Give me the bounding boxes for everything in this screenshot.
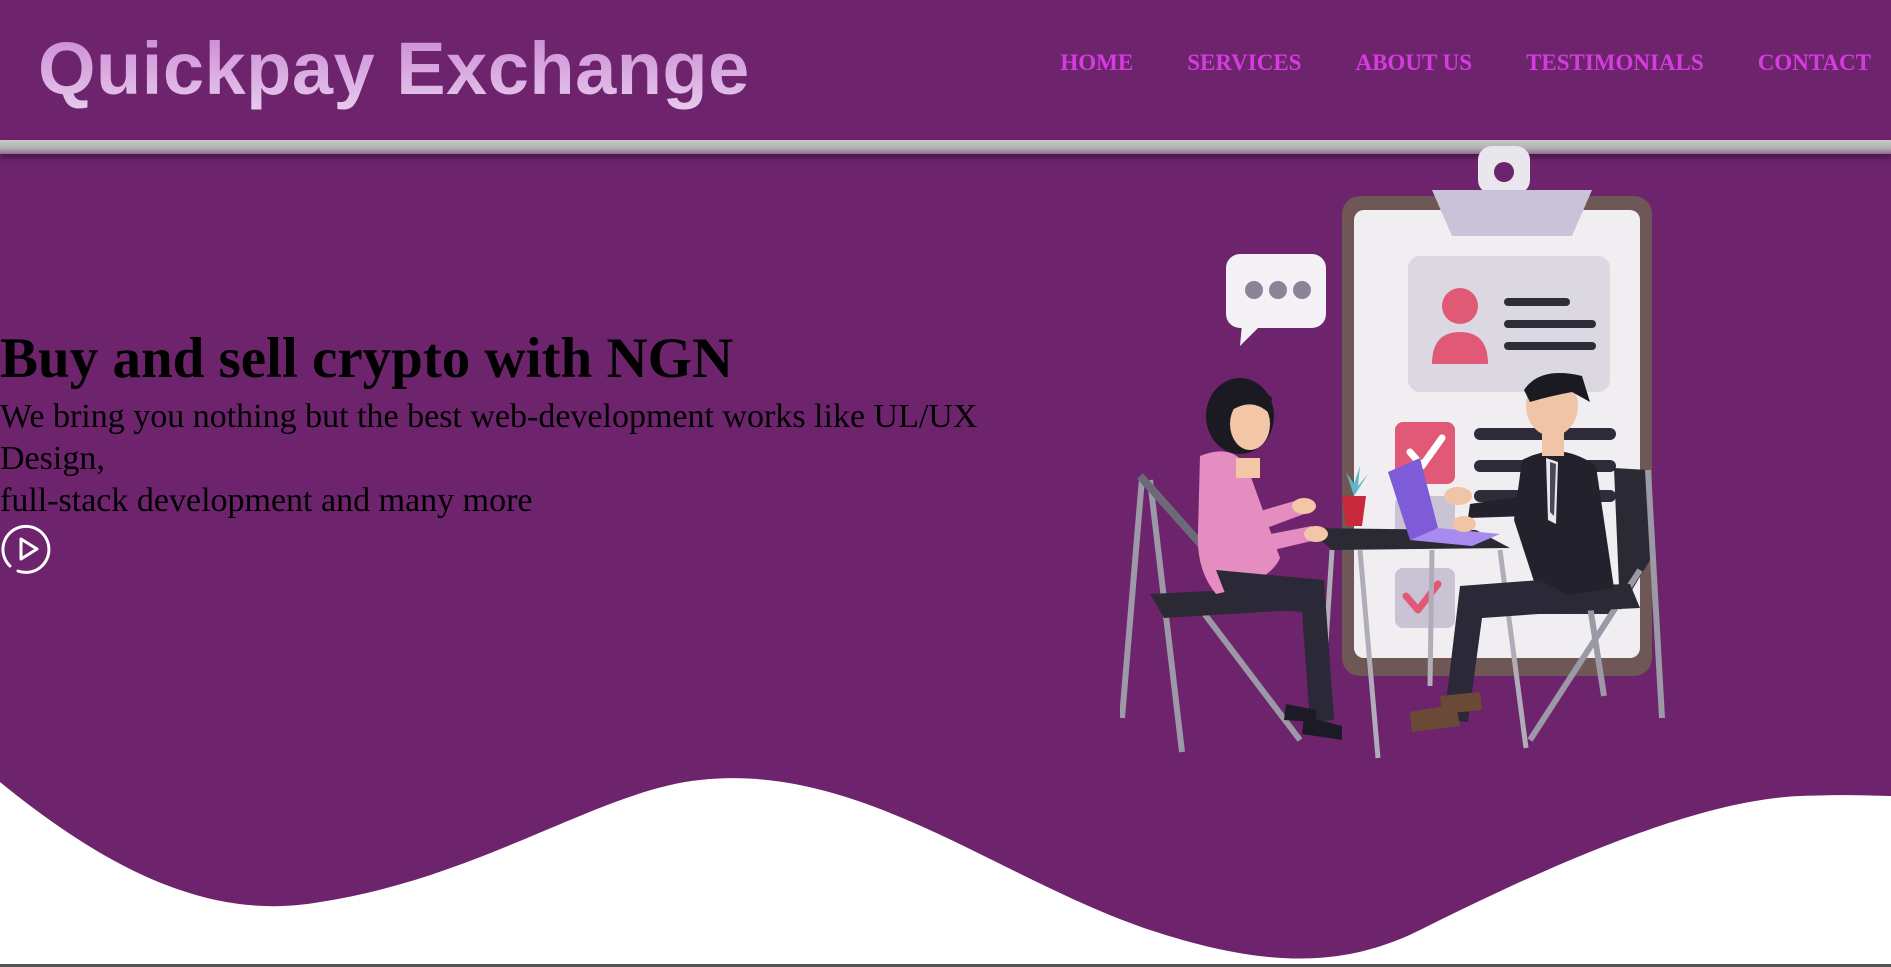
- landing-page: Quickpay Exchange HOME SERVICES ABOUT US…: [0, 0, 1891, 967]
- meeting-illustration: [1120, 146, 1665, 759]
- main-nav: HOME SERVICES ABOUT US TESTIMONIALS CONT…: [1060, 50, 1871, 76]
- nav-link-home[interactable]: HOME: [1060, 50, 1133, 76]
- nav-link-contact[interactable]: CONTACT: [1758, 50, 1871, 76]
- hero-subtitle-line2: full-stack development and many more: [0, 482, 533, 519]
- hero-title: Buy and sell crypto with NGN: [0, 327, 734, 390]
- nav-link-about-us[interactable]: ABOUT US: [1355, 50, 1472, 76]
- hero-subtitle: We bring you nothing but the best web-de…: [0, 396, 1060, 522]
- nav-link-testimonials[interactable]: TESTIMONIALS: [1526, 50, 1704, 76]
- play-circle-icon: [1, 524, 51, 574]
- nav-link-services[interactable]: SERVICES: [1187, 50, 1301, 76]
- site-logo[interactable]: Quickpay Exchange: [38, 24, 750, 114]
- bottom-wave: [0, 778, 1891, 967]
- site-header: Quickpay Exchange HOME SERVICES ABOUT US…: [0, 0, 1891, 142]
- play-video-button[interactable]: [0, 522, 54, 576]
- hero-subtitle-line1: We bring you nothing but the best web-de…: [0, 398, 978, 477]
